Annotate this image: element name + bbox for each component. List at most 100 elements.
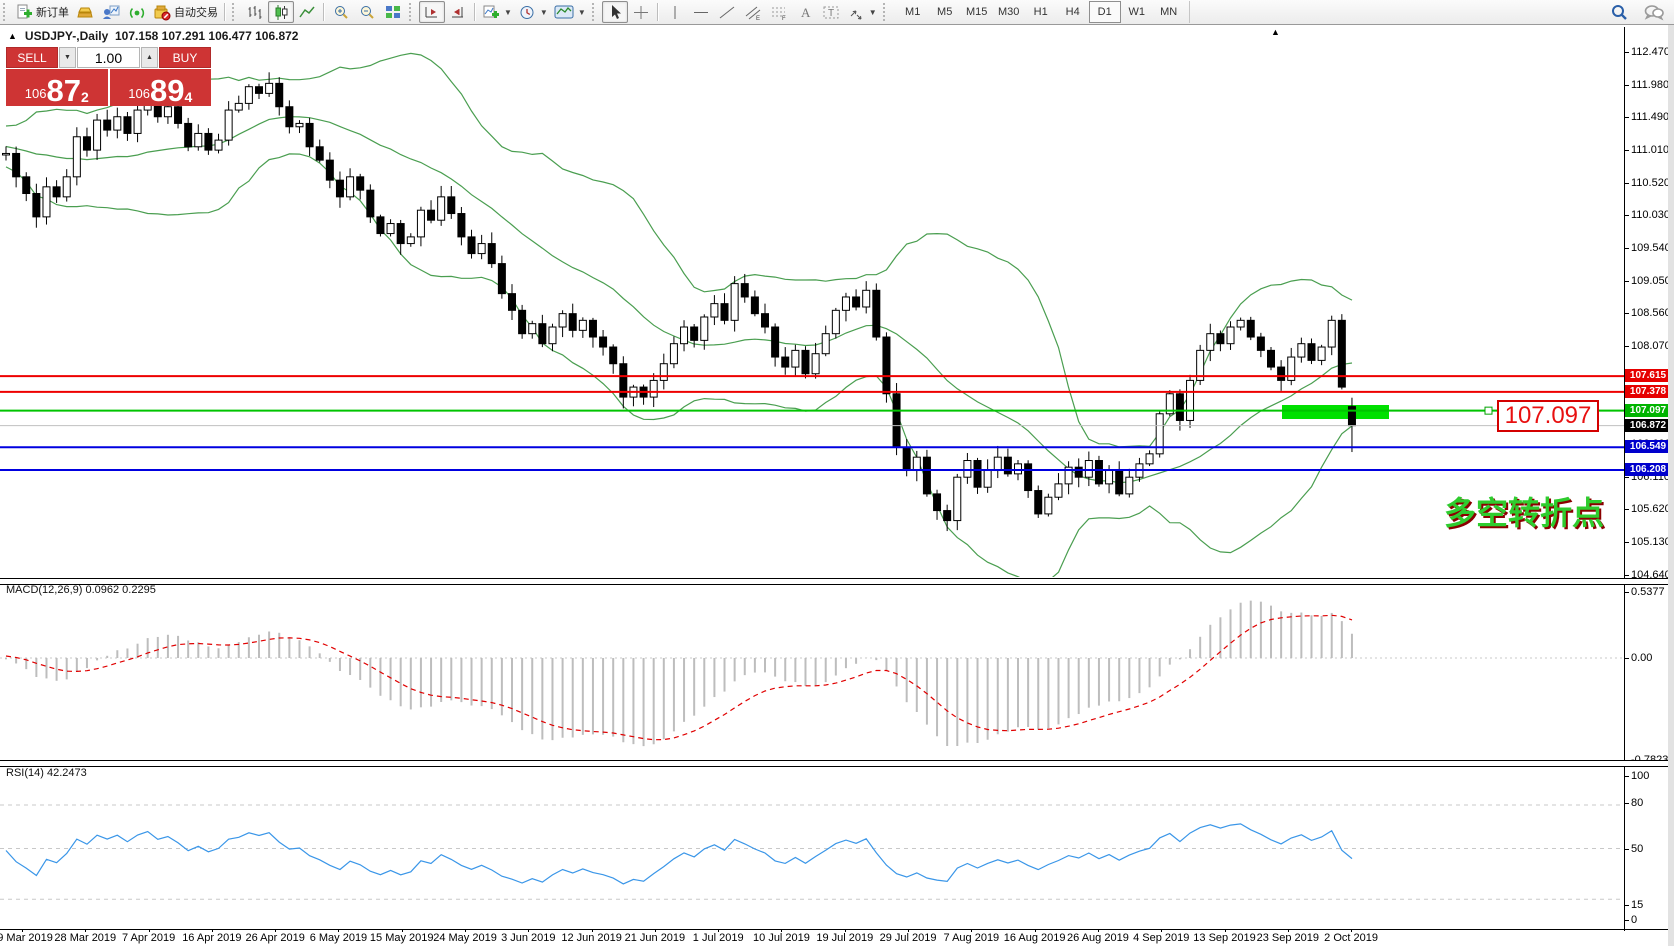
rsi-label: RSI(14) 42.2473 bbox=[6, 767, 87, 779]
axis-tick bbox=[1625, 346, 1629, 347]
date-axis-label: 6 May 2019 bbox=[310, 932, 367, 944]
axis-tick bbox=[1625, 248, 1629, 249]
axis-tick bbox=[1625, 920, 1629, 921]
sell-price-point: 2 bbox=[81, 90, 89, 104]
date-axis-label: 16 Apr 2019 bbox=[182, 932, 241, 944]
axis-tick bbox=[1625, 849, 1629, 850]
chart-canvas bbox=[0, 1, 1674, 946]
date-axis-label: 26 Apr 2019 bbox=[245, 932, 304, 944]
axis-tick bbox=[1625, 281, 1629, 282]
price-tag: 106.872 bbox=[1625, 419, 1671, 432]
date-axis-label: 4 Sep 2019 bbox=[1133, 932, 1189, 944]
price-axis-label: 105.620 bbox=[1631, 503, 1671, 515]
price-axis-label: 110.520 bbox=[1631, 177, 1670, 189]
price-axis-line bbox=[1624, 27, 1625, 931]
axis-tick bbox=[1625, 776, 1629, 777]
mt4-window: 新订单 自动交易 ▼ ▼ ▼ E F bbox=[0, 0, 1674, 946]
line-handle bbox=[1485, 407, 1492, 414]
date-axis-label: 2 Oct 2019 bbox=[1324, 932, 1378, 944]
chart-title-symbol: USDJPY-,Daily bbox=[25, 29, 108, 43]
chart-shift-marker[interactable]: ▲ bbox=[1271, 27, 1280, 37]
buy-price-point: 4 bbox=[184, 90, 192, 104]
date-axis-label: 23 Sep 2019 bbox=[1257, 932, 1319, 944]
price-axis-label: 111.490 bbox=[1631, 111, 1669, 123]
macd-label: MACD(12,26,9) 0.0962 0.2295 bbox=[6, 584, 156, 596]
date-axis-label: 19 Jul 2019 bbox=[816, 932, 873, 944]
axis-tick bbox=[1625, 215, 1629, 216]
date-axis-label: 29 Jul 2019 bbox=[880, 932, 937, 944]
macd-axis-label: 0.00 bbox=[1631, 652, 1652, 664]
macd-axis-label: 0.5377 bbox=[1631, 586, 1665, 598]
one-click-trading-panel: SELL ▼ ▲ BUY 106872 106894 bbox=[6, 47, 211, 106]
price-axis-label: 105.130 bbox=[1631, 536, 1671, 548]
volume-input[interactable] bbox=[77, 47, 140, 68]
rsi-axis-label: 100 bbox=[1631, 770, 1649, 782]
date-axis-label: 28 Mar 2019 bbox=[54, 932, 116, 944]
date-axis-label: 19 Mar 2019 bbox=[0, 932, 53, 944]
date-axis-label: 3 Jun 2019 bbox=[501, 932, 555, 944]
sell-price[interactable]: 106872 bbox=[6, 69, 108, 106]
buy-price-pips: 89 bbox=[150, 77, 184, 104]
price-axis-label: 110.030 bbox=[1631, 209, 1670, 221]
rsi-panel-separator[interactable] bbox=[0, 760, 1674, 767]
macd-panel-separator[interactable] bbox=[0, 578, 1674, 585]
axis-tick bbox=[1625, 575, 1629, 576]
rsi-axis-label: 0 bbox=[1631, 914, 1637, 926]
buy-price-figure: 106 bbox=[128, 86, 150, 101]
price-axis-label: 108.070 bbox=[1631, 340, 1671, 352]
rsi-axis-label: 50 bbox=[1631, 843, 1643, 855]
date-axis-label: 15 May 2019 bbox=[370, 932, 434, 944]
highlight-rectangle bbox=[1282, 405, 1389, 419]
price-tag: 107.097 bbox=[1625, 404, 1671, 417]
axis-tick bbox=[1625, 52, 1629, 53]
collapse-trade-panel-arrow[interactable]: ▲ bbox=[8, 31, 17, 41]
axis-tick bbox=[1625, 542, 1629, 543]
price-tag: 107.615 bbox=[1625, 369, 1671, 382]
buy-price[interactable]: 106894 bbox=[110, 69, 212, 106]
price-axis-label: 108.560 bbox=[1631, 307, 1671, 319]
date-axis-label: 26 Aug 2019 bbox=[1067, 932, 1129, 944]
price-axis-label: 111.010 bbox=[1631, 144, 1669, 156]
annotation-text[interactable]: 多空转折点 bbox=[1444, 488, 1604, 534]
price-callout-box[interactable]: 107.097 bbox=[1497, 400, 1599, 432]
date-axis-label: 16 Aug 2019 bbox=[1004, 932, 1066, 944]
axis-tick bbox=[1625, 183, 1629, 184]
rsi-axis-label: 80 bbox=[1631, 797, 1643, 809]
axis-tick bbox=[1625, 658, 1629, 659]
date-axis-label: 7 Aug 2019 bbox=[944, 932, 1000, 944]
chart-area[interactable]: ▲ USDJPY-,Daily 107.158 107.291 106.477 … bbox=[0, 24, 1674, 946]
volume-increase-button[interactable]: ▲ bbox=[141, 47, 158, 68]
volume-decrease-button[interactable]: ▼ bbox=[59, 47, 76, 68]
price-tag: 107.378 bbox=[1625, 385, 1671, 398]
date-axis-label: 12 Jun 2019 bbox=[561, 932, 622, 944]
rsi-layer bbox=[0, 805, 1624, 899]
sell-button[interactable]: SELL bbox=[6, 47, 58, 68]
date-axis-label: 13 Sep 2019 bbox=[1193, 932, 1255, 944]
date-axis-label: 24 May 2019 bbox=[433, 932, 497, 944]
main-chart-layer bbox=[0, 53, 1624, 585]
window-edge bbox=[1668, 25, 1674, 946]
axis-tick bbox=[1625, 150, 1629, 151]
price-tag: 106.549 bbox=[1625, 440, 1671, 453]
axis-tick bbox=[1625, 117, 1629, 118]
rsi-axis-label: 15 bbox=[1631, 899, 1643, 911]
date-axis-label: 7 Apr 2019 bbox=[122, 932, 175, 944]
date-axis-line bbox=[0, 929, 1674, 930]
price-tag: 106.208 bbox=[1625, 463, 1671, 476]
price-axis-label: 111.980 bbox=[1631, 79, 1669, 91]
axis-tick bbox=[1625, 905, 1629, 906]
axis-tick bbox=[1625, 509, 1629, 510]
axis-tick bbox=[1625, 313, 1629, 314]
axis-tick bbox=[1625, 477, 1629, 478]
macd-layer bbox=[0, 601, 1624, 747]
date-axis-label: 21 Jun 2019 bbox=[625, 932, 686, 944]
buy-button[interactable]: BUY bbox=[159, 47, 211, 68]
sell-price-figure: 106 bbox=[25, 86, 47, 101]
date-axis-label: 10 Jul 2019 bbox=[753, 932, 810, 944]
axis-tick bbox=[1625, 592, 1629, 593]
axis-tick bbox=[1625, 803, 1629, 804]
price-axis-label: 109.540 bbox=[1631, 242, 1671, 254]
axis-tick bbox=[1625, 85, 1629, 86]
date-axis-label: 1 Jul 2019 bbox=[693, 932, 744, 944]
price-axis-label: 109.050 bbox=[1631, 275, 1671, 287]
